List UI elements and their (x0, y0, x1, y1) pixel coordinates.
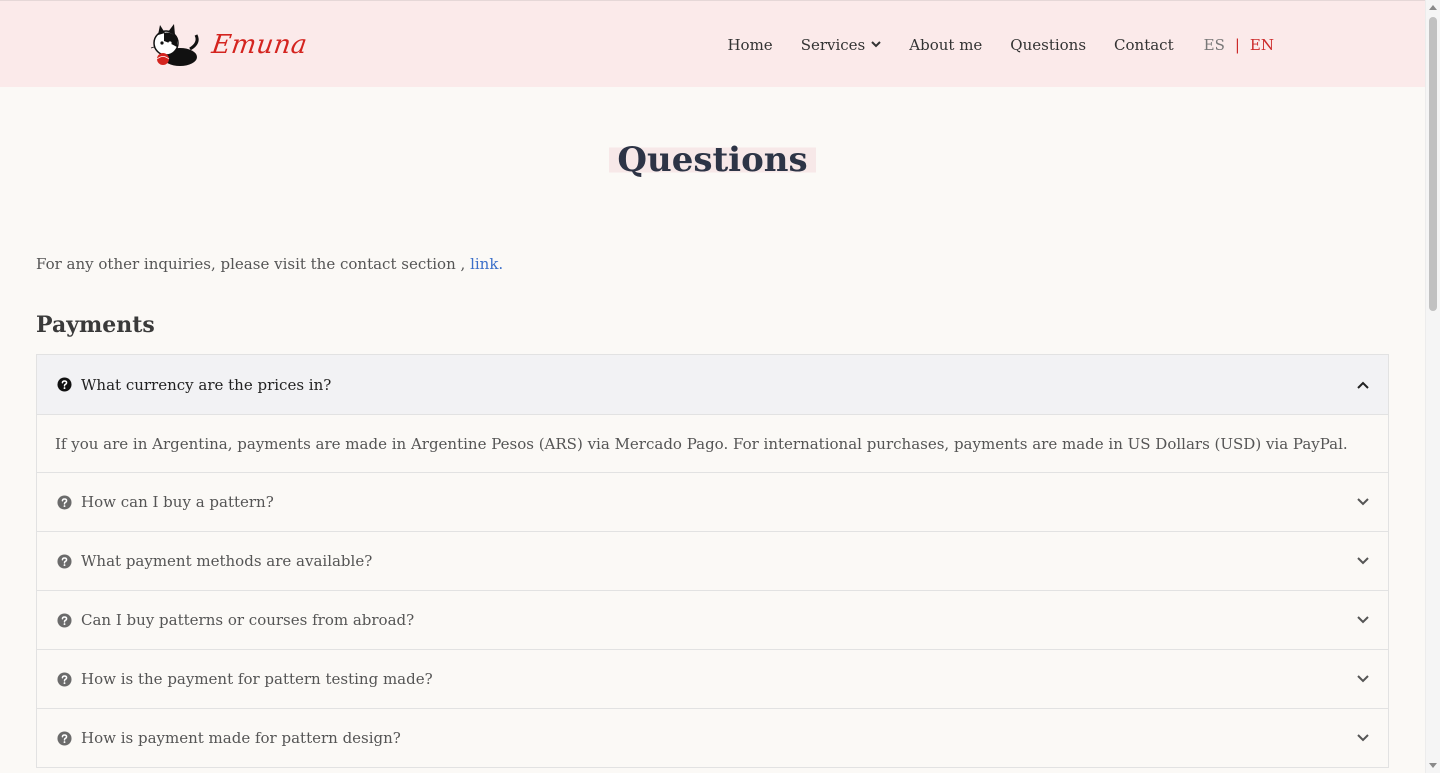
faq-question: How is payment made for pattern design? (81, 729, 401, 747)
faq-accordion: What currency are the prices in? If you … (36, 354, 1389, 768)
chevron-up-icon (1356, 378, 1370, 392)
chevron-down-icon (1356, 672, 1370, 686)
nav-home-label: Home (727, 35, 773, 54)
contact-link[interactable]: link. (470, 255, 503, 273)
scrollbar-thumb[interactable] (1429, 17, 1437, 311)
nav-home[interactable]: Home (727, 36, 772, 54)
language-switcher: ES | EN (1204, 36, 1274, 54)
faq-question-toggle[interactable]: What payment methods are available? (37, 532, 1388, 590)
chevron-down-icon (1356, 495, 1370, 509)
faq-item: What currency are the prices in? If you … (37, 355, 1388, 473)
faq-question: What payment methods are available? (81, 552, 373, 570)
section-title-payments: Payments (36, 312, 155, 338)
faq-question: Can I buy patterns or courses from abroa… (81, 611, 415, 629)
question-circle-icon (57, 494, 72, 510)
scroll-up-arrow-icon[interactable] (1429, 5, 1437, 10)
chevron-down-icon (871, 41, 881, 48)
chevron-down-icon (1356, 554, 1370, 568)
nav-about[interactable]: About me (909, 36, 982, 54)
question-circle-icon (57, 553, 72, 569)
site-header: Emuna Home Services About me Questions C… (0, 0, 1425, 87)
faq-question: What currency are the prices in? (81, 375, 332, 394)
faq-question: How is the payment for pattern testing m… (81, 670, 433, 688)
faq-question-toggle[interactable]: How is payment made for pattern design? (37, 709, 1388, 767)
question-circle-icon (57, 671, 72, 687)
nav-questions-label: Questions (1010, 35, 1087, 54)
nav-questions[interactable]: Questions (1010, 36, 1086, 54)
faq-question-toggle[interactable]: How can I buy a pattern? (37, 473, 1388, 531)
faq-item: Can I buy patterns or courses from abroa… (37, 591, 1388, 650)
scroll-down-arrow-icon[interactable] (1429, 763, 1437, 768)
chevron-down-icon (1356, 731, 1370, 745)
question-circle-icon (57, 377, 72, 392)
main-nav: Home Services About me Questions Contact… (699, 1, 1274, 88)
nav-services[interactable]: Services (801, 36, 882, 54)
question-circle-icon (57, 730, 72, 746)
intro-text-label: For any other inquiries, please visit th… (36, 255, 471, 273)
vertical-scrollbar[interactable] (1425, 0, 1440, 773)
faq-question-toggle[interactable]: What currency are the prices in? (37, 355, 1388, 414)
nav-contact-label: Contact (1114, 35, 1174, 54)
intro-text: For any other inquiries, please visit th… (36, 255, 503, 273)
page: Emuna Home Services About me Questions C… (0, 0, 1425, 773)
nav-about-label: About me (909, 35, 983, 54)
title-wrap: Questions (0, 138, 1425, 182)
faq-item: How is payment made for pattern design? (37, 709, 1388, 768)
cat-logo-icon (150, 24, 199, 66)
faq-answer: If you are in Argentina, payments are ma… (37, 414, 1388, 472)
chevron-down-icon (1356, 613, 1370, 627)
lang-separator: | (1234, 35, 1240, 54)
faq-question: How can I buy a pattern? (81, 493, 274, 511)
logo[interactable]: Emuna (150, 21, 310, 69)
logo-text: Emuna (209, 30, 310, 60)
lang-es[interactable]: ES (1204, 36, 1225, 54)
faq-question-toggle[interactable]: How is the payment for pattern testing m… (37, 650, 1388, 708)
faq-question-toggle[interactable]: Can I buy patterns or courses from abroa… (37, 591, 1388, 649)
nav-contact[interactable]: Contact (1114, 36, 1174, 54)
nav-services-label: Services (800, 35, 866, 54)
page-title: Questions (609, 138, 816, 182)
faq-item: How is the payment for pattern testing m… (37, 650, 1388, 709)
faq-item: What payment methods are available? (37, 532, 1388, 591)
question-circle-icon (57, 612, 72, 628)
lang-en[interactable]: EN (1250, 36, 1274, 54)
faq-item: How can I buy a pattern? (37, 473, 1388, 532)
